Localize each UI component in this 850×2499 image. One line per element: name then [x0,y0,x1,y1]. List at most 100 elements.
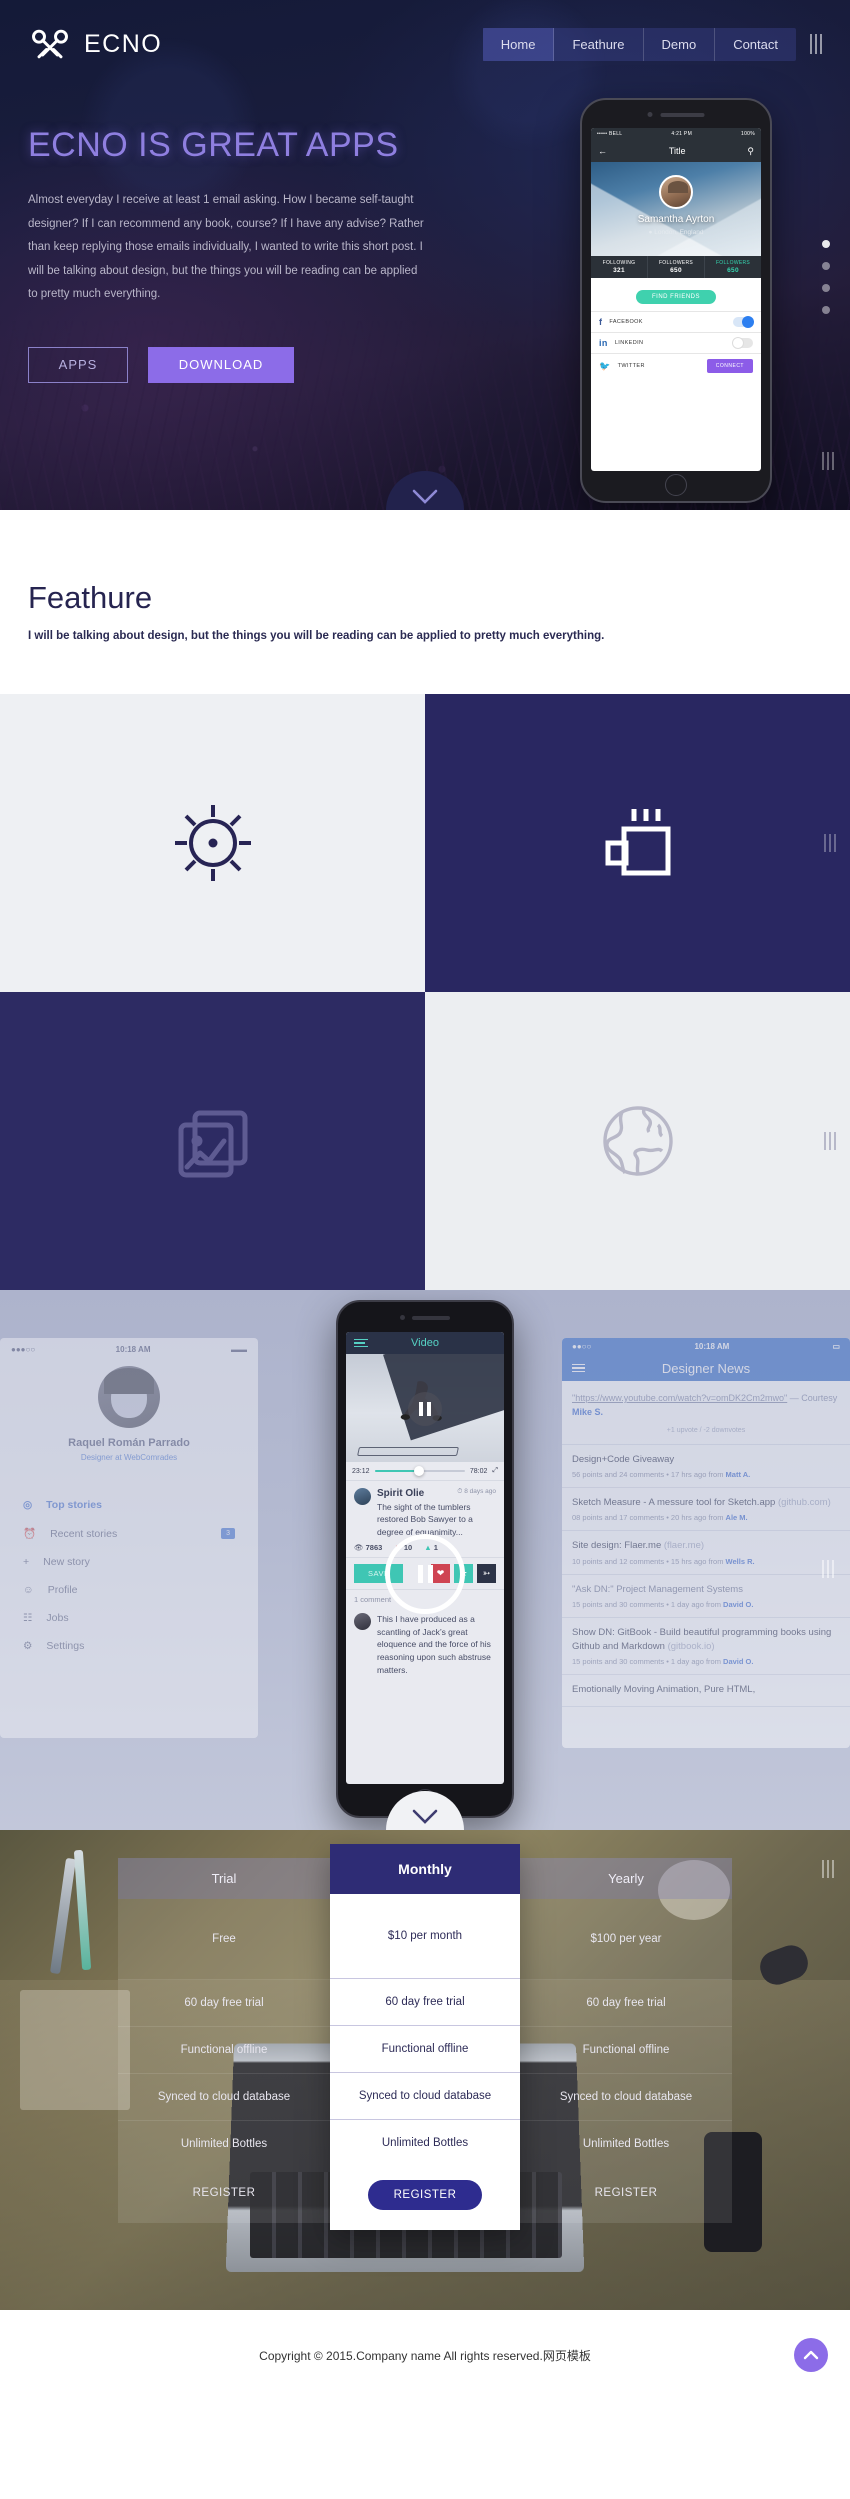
video-current-time: 23:12 [352,1467,370,1475]
menu-item-profile[interactable]: ☺ Profile [1,1576,257,1604]
left-phone-menu: ◎ Top stories ⏰ Recent stories 3 + New s… [1,1478,257,1660]
nav-item-home[interactable]: Home [482,27,555,61]
demo-right-phone: ●●○○ 10:18 AM ▭ Designer News "https://w… [562,1338,850,1748]
chevron-up-icon[interactable] [794,2338,828,2372]
plan-register-button[interactable]: REGISTER [118,2167,330,2223]
demo-left-phone: ●●●○○ 10:18 AM ▬▬ Raquel Román Parrado D… [0,1338,258,1738]
user-icon: ☺ [23,1584,34,1596]
news-author[interactable]: David O. [723,1600,753,1609]
menu-item-new-story[interactable]: + New story [1,1548,257,1576]
menu-item-label: Jobs [46,1612,69,1624]
twitter-connect-button[interactable]: CONNECT [706,359,753,373]
status-carrier: ••••• BELL [597,131,623,137]
arrow-left-icon[interactable]: ← [598,146,607,156]
menu-item-settings[interactable]: ⚙ Settings [1,1632,257,1660]
progress-track[interactable] [374,1466,465,1476]
news-title: Site design: Flaer.me [572,1540,662,1552]
find-friends-button[interactable]: FIND FRIENDS [636,290,716,304]
skateboard [357,1447,459,1456]
download-button[interactable]: DOWNLOAD [148,346,294,383]
pricing-plans: Trial Free 60 day free trial Functional … [0,1830,850,2230]
news-item[interactable]: "Ask DN:" Project Management Systems 15 … [562,1575,850,1618]
menu-item-label: Settings [46,1640,85,1652]
demo-hamburger-icon[interactable] [822,1560,834,1578]
social-row-twitter[interactable]: 🐦 TWITTER CONNECT [591,353,761,378]
hero-paragraph: Almost everyday I receive at least 1 ema… [28,194,424,301]
plan-register-button[interactable]: REGISTER [520,2167,732,2223]
video-player[interactable] [346,1354,504,1462]
hamburger-icon[interactable] [810,34,822,54]
eye-icon: 👁 [354,1542,364,1552]
plan-monthly[interactable]: Monthly $10 per month 60 day free trial … [330,1844,520,2230]
feature-cell-gallery[interactable] [0,992,425,1290]
social-row-linkedin[interactable]: in LINKEDIN [591,332,761,353]
carousel-dot-2[interactable] [822,262,830,270]
landing-page: ECNO Home Feathure Demo Contact ECNO IS … [0,0,850,2400]
news-item[interactable]: Sketch Measure - A messure tool for Sket… [562,1488,850,1532]
news-item[interactable]: Emotionally Moving Animation, Pure HTML, [562,1675,850,1707]
feature-cell-globe[interactable] [425,992,850,1290]
nav-item-demo[interactable]: Demo [644,27,716,61]
play-pause-overlay-icon[interactable] [385,1534,465,1614]
social-row-facebook[interactable]: f FACEBOOK [591,311,761,332]
news-author[interactable]: Wells R. [726,1557,755,1566]
demo-section: ●●●○○ 10:18 AM ▬▬ Raquel Román Parrado D… [0,1290,850,1830]
profile-name: Raquel Román Parrado [68,1437,190,1449]
plan-register-button[interactable]: REGISTER [367,2180,483,2210]
plan-feature: Synced to cloud database [118,2073,330,2120]
status-battery: 100% [740,131,755,137]
menu-item-recent-stories[interactable]: ⏰ Recent stories 3 [1,1519,257,1548]
feature-hamburger-icon-2[interactable] [824,1132,836,1150]
pause-icon[interactable] [408,1392,442,1426]
feature-header: Feathure I will be talking about design,… [0,510,850,642]
carousel-dot-3[interactable] [822,284,830,292]
hamburger-icon[interactable] [354,1338,368,1348]
top-navigation-bar: ECNO Home Feathure Demo Contact [0,0,850,66]
news-title: Emotionally Moving Animation, Pure HTML, [572,1684,756,1696]
news-title: Design+Code Giveaway [572,1453,675,1465]
hero-actions: APPS DOWNLOAD [28,346,460,383]
plan-feature: Functional offline [118,2026,330,2073]
post-title-label: Spirit Olie [377,1488,425,1499]
hero-side-hamburger-icon[interactable] [822,452,834,470]
news-author[interactable]: Ale M. [726,1513,748,1522]
share-icon[interactable]: ➳ [477,1563,496,1583]
news-quote-item[interactable]: "https://www.youtube.com/watch?v=omDK2Cm… [562,1381,850,1445]
feature-hamburger-icon[interactable] [824,834,836,852]
feature-cell-sun[interactable] [0,694,425,992]
plan-trial[interactable]: Trial Free 60 day free trial Functional … [118,1858,330,2223]
hamburger-icon[interactable] [572,1363,585,1373]
menu-item-label: Profile [47,1584,78,1596]
profile-role: Designer at WebComrades [80,1453,178,1462]
video-progress-bar[interactable]: 23:12 78:02 ⤢ [346,1462,504,1480]
feature-cell-coffee[interactable] [425,694,850,992]
news-item[interactable]: Site design: Flaer.me (flaer.me) 10 poin… [562,1531,850,1575]
pricing-hamburger-icon[interactable] [822,1860,834,1878]
news-item[interactable]: Show DN: GitBook - Build beautiful progr… [562,1618,850,1676]
news-author[interactable]: David O. [723,1657,753,1666]
expand-icon[interactable]: ⤢ [492,1467,498,1475]
apps-button[interactable]: APPS [28,346,128,383]
stat-label: FOLLOWERS [658,260,694,266]
carousel-dot-4[interactable] [822,306,830,314]
nav-item-feathure[interactable]: Feathure [554,27,644,61]
quote-author[interactable]: Mike S. [572,1407,603,1417]
news-title: "Ask DN:" Project Management Systems [572,1583,743,1595]
plan-yearly[interactable]: Yearly $100 per year 60 day free trial F… [520,1858,732,2223]
menu-item-top-stories[interactable]: ◎ Top stories [1,1491,257,1519]
progress-knob[interactable] [414,1466,425,1476]
globe-icon [602,1106,673,1176]
main-nav: Home Feathure Demo Contact [482,27,796,61]
facebook-toggle[interactable] [733,316,754,328]
nav-item-contact[interactable]: Contact [715,28,796,61]
plan-feature: Synced to cloud database [520,2073,732,2120]
brand[interactable]: ECNO [28,22,162,66]
linkedin-toggle[interactable] [732,337,753,349]
news-item[interactable]: Design+Code Giveaway 56 points and 24 co… [562,1445,850,1489]
search-icon[interactable]: ⚲ [747,146,754,157]
menu-item-jobs[interactable]: ☷ Jobs [1,1604,257,1632]
news-author[interactable]: Matt A. [726,1470,751,1479]
news-meta: 56 points and 24 comments • 17 hrs ago f… [572,1470,726,1480]
menu-item-badge: 3 [221,1528,235,1539]
carousel-dot-1[interactable] [822,240,830,248]
